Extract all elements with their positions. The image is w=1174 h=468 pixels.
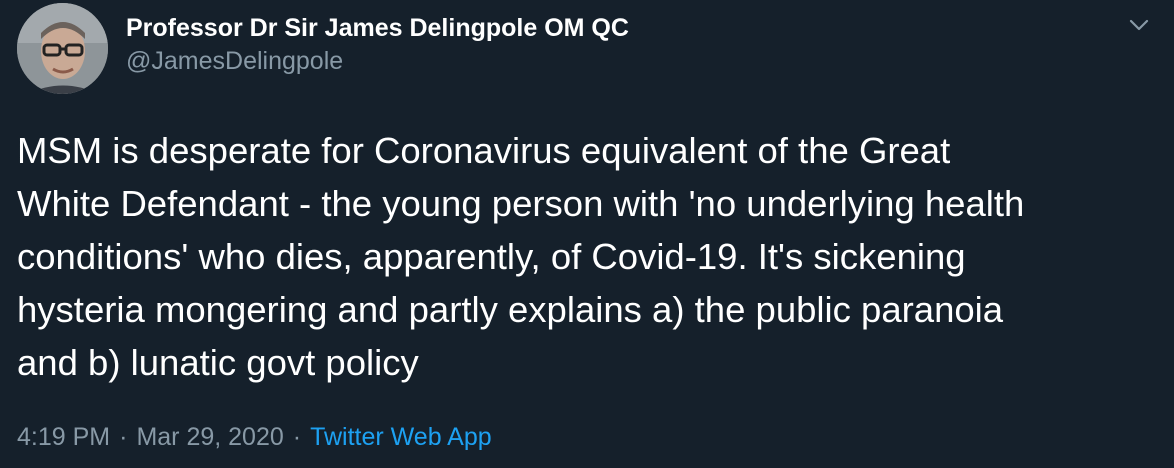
tweet-header: Professor Dr Sir James Delingpole OM QC … — [126, 12, 629, 78]
avatar[interactable] — [17, 3, 108, 94]
chevron-down-icon[interactable] — [1126, 12, 1152, 38]
tweet-time[interactable]: 4:19 PM — [17, 423, 110, 451]
tweet-date[interactable]: Mar 29, 2020 — [136, 423, 283, 451]
tweet-text-line: and b) lunatic govt policy — [17, 342, 419, 383]
tweet-source-link[interactable]: Twitter Web App — [310, 423, 492, 451]
user-handle[interactable]: @JamesDelingpole — [126, 44, 629, 78]
tweet-text: MSM is desperate for Coronavirus equival… — [17, 124, 1162, 389]
tweet-card: Professor Dr Sir James Delingpole OM QC … — [0, 0, 1174, 468]
avatar-image — [17, 3, 108, 94]
tweet-text-line: White Defendant - the young person with … — [17, 183, 1025, 224]
separator: · — [292, 423, 302, 451]
tweet-metadata: 4:19 PM · Mar 29, 2020 · Twitter Web App — [17, 420, 492, 454]
tweet-text-line: MSM is desperate for Coronavirus equival… — [17, 130, 951, 171]
tweet-text-line: hysteria mongering and partly explains a… — [17, 289, 1004, 330]
separator: · — [119, 423, 128, 451]
display-name[interactable]: Professor Dr Sir James Delingpole OM QC — [126, 12, 629, 44]
tweet-text-line: conditions' who dies, apparently, of Cov… — [17, 236, 966, 277]
